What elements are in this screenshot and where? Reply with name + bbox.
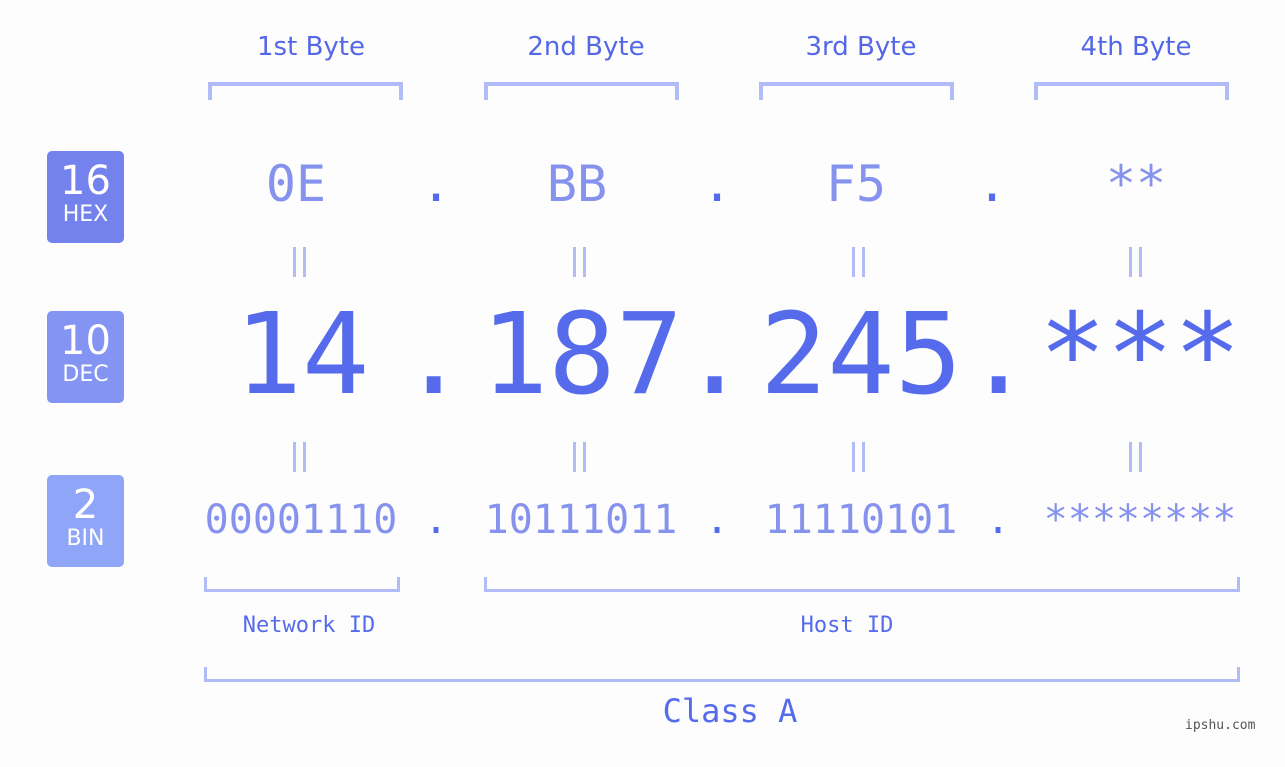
hex-byte-4: ** — [1105, 155, 1167, 213]
equals-icon — [852, 442, 866, 472]
dec-badge: 10 DEC — [47, 311, 124, 403]
bin-byte-3: 11110101 — [764, 497, 958, 543]
dec-byte-3: 245 — [759, 290, 963, 420]
dec-byte-1: 14 — [234, 290, 370, 420]
hex-byte-2: BB — [546, 155, 608, 213]
byte-header-3: 3rd Byte — [805, 32, 917, 62]
hex-separator-1: . — [421, 155, 452, 213]
dec-byte-2: 187 — [480, 290, 684, 420]
network-id-label: Network ID — [242, 613, 376, 638]
bin-badge: 2 BIN — [47, 475, 124, 567]
equals-icon — [293, 247, 307, 277]
bin-separator-3: . — [986, 497, 1011, 543]
byte-bracket-4 — [1034, 82, 1229, 100]
class-bracket — [204, 667, 1240, 682]
host-id-bracket — [484, 577, 1240, 592]
dec-separator-2: . — [681, 290, 749, 420]
byte-bracket-2 — [484, 82, 679, 100]
hex-badge: 16 HEX — [47, 151, 124, 243]
watermark: ipshu.com — [1185, 718, 1256, 733]
dec-separator-1: . — [400, 290, 468, 420]
byte-header-4: 4th Byte — [1080, 32, 1192, 62]
bin-byte-1: 00001110 — [204, 497, 398, 543]
dec-byte-4: *** — [1038, 290, 1242, 420]
byte-bracket-1 — [208, 82, 403, 100]
dec-badge-number: 10 — [60, 318, 111, 364]
bin-badge-label: BIN — [66, 526, 105, 551]
byte-header-1: 1st Byte — [257, 32, 365, 62]
equals-icon — [1129, 247, 1143, 277]
hex-badge-number: 16 — [60, 158, 111, 204]
hex-byte-3: F5 — [825, 155, 887, 213]
byte-bracket-3 — [759, 82, 954, 100]
bin-badge-number: 2 — [72, 482, 99, 528]
dec-separator-3: . — [965, 290, 1033, 420]
equals-icon — [852, 247, 866, 277]
byte-header-2: 2nd Byte — [527, 32, 645, 62]
bin-byte-2: 10111011 — [484, 497, 678, 543]
hex-separator-3: . — [977, 155, 1008, 213]
hex-separator-2: . — [702, 155, 733, 213]
host-id-label: Host ID — [800, 613, 894, 638]
hex-badge-label: HEX — [62, 202, 109, 227]
equals-icon — [573, 442, 587, 472]
bin-separator-1: . — [424, 497, 449, 543]
dec-badge-label: DEC — [62, 362, 109, 387]
bin-byte-4: ******** — [1043, 497, 1237, 543]
equals-icon — [293, 442, 307, 472]
equals-icon — [1129, 442, 1143, 472]
equals-icon — [573, 247, 587, 277]
hex-byte-1: 0E — [265, 155, 327, 213]
class-label: Class A — [662, 692, 798, 730]
network-id-bracket — [204, 577, 400, 592]
bin-separator-2: . — [705, 497, 730, 543]
